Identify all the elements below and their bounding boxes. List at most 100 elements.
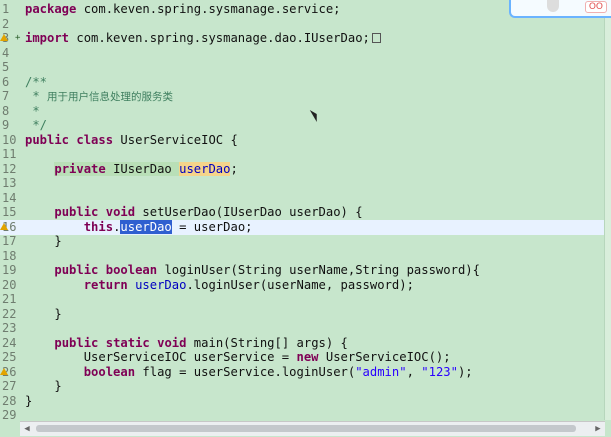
code-text[interactable]: boolean flag = userService.loginUser("ad… xyxy=(25,365,473,380)
line-number: 17 xyxy=(2,234,17,248)
code-token: 用于用户信息处理的服务类 xyxy=(47,91,174,103)
widget-figure-icon xyxy=(547,0,559,12)
line-number: 4 xyxy=(2,45,10,60)
code-line-23[interactable]: 23 xyxy=(0,321,605,336)
code-line-28[interactable]: 28} xyxy=(0,394,605,409)
code-text[interactable]: this.userDao = userDao; xyxy=(25,219,253,235)
code-token: } xyxy=(25,393,33,408)
code-line-3[interactable]: 3 + import com.keven.spring.sysmanage.dao.… xyxy=(0,31,605,46)
code-text[interactable]: * xyxy=(25,104,39,119)
code-token: } xyxy=(25,306,62,321)
scroll-right-icon[interactable]: ▶ xyxy=(593,424,603,434)
code-token: userDao xyxy=(135,277,187,292)
code-token: void xyxy=(105,205,136,219)
code-line-20[interactable]: 20 return userDao.loginUser(userName, pa… xyxy=(0,278,605,293)
warning-marker-icon[interactable] xyxy=(0,34,8,41)
code-line-7[interactable]: 7 * 用于用户信息处理的服务类 xyxy=(0,89,605,104)
code-line-22[interactable]: 22 } xyxy=(0,307,605,322)
code-line-17[interactable]: 17 } xyxy=(0,234,605,249)
code-line-25[interactable]: 25 UserServiceIOC userService = new User… xyxy=(0,350,605,365)
line-number: 15 xyxy=(2,205,17,219)
code-token: com.keven.spring.sysmanage.dao.IUserDao; xyxy=(69,31,370,45)
code-line-4[interactable]: 4 xyxy=(0,46,605,61)
line-number: 19 xyxy=(2,263,17,277)
code-token: package xyxy=(25,2,77,16)
warning-marker-icon[interactable] xyxy=(0,367,8,375)
code-line-11[interactable]: 11 xyxy=(0,147,605,162)
code-line-9[interactable]: 9 */ xyxy=(0,118,605,133)
scroll-left-icon[interactable]: ◀ xyxy=(22,424,32,434)
code-line-14[interactable]: 14 xyxy=(0,191,605,206)
code-text[interactable]: package com.keven.spring.sysmanage.servi… xyxy=(25,2,341,17)
code-line-19[interactable]: 19 public boolean loginUser(String userN… xyxy=(0,263,605,278)
code-token: public xyxy=(54,205,99,219)
fold-expand-icon[interactable]: + xyxy=(15,31,20,46)
horizontal-scrollbar[interactable]: ◀ ▶ xyxy=(20,421,605,436)
code-line-18[interactable]: 18 xyxy=(0,249,605,264)
floating-widget[interactable]: OO xyxy=(509,0,611,18)
code-token: public xyxy=(54,263,99,277)
line-number: 8 xyxy=(2,103,10,118)
code-token: import xyxy=(25,31,70,45)
warning-marker-icon[interactable] xyxy=(0,222,8,230)
code-line-16[interactable]: 16 this.userDao = userDao; xyxy=(0,219,605,235)
line-number: 24 xyxy=(2,335,17,350)
code-text[interactable]: } xyxy=(25,379,62,394)
code-token: boolean xyxy=(83,364,136,379)
code-token: ); xyxy=(457,364,473,379)
code-token: class xyxy=(76,132,114,147)
code-text[interactable]: import com.keven.spring.sysmanage.dao.IU… xyxy=(25,31,381,46)
code-text[interactable]: } xyxy=(25,394,32,409)
code-text[interactable]: public static void main(String[] args) { xyxy=(25,336,348,351)
code-token: "123" xyxy=(421,364,458,379)
code-line-12[interactable]: 12 private IUserDao userDao; xyxy=(0,161,605,177)
line-number: 1 xyxy=(2,2,10,16)
code-token: return xyxy=(83,277,128,292)
code-line-8[interactable]: 8 * xyxy=(0,104,605,119)
line-number: 27 xyxy=(2,379,17,393)
code-token: /** xyxy=(25,74,48,89)
overview-ruler[interactable] xyxy=(604,0,611,420)
code-token: public xyxy=(54,335,99,350)
code-token: */ xyxy=(25,118,48,132)
code-text[interactable]: } xyxy=(25,306,62,322)
code-text[interactable]: public class UserServiceIOC { xyxy=(25,133,238,148)
code-line-21[interactable]: 21 xyxy=(0,292,605,307)
line-number: 2 xyxy=(2,16,10,31)
code-line-6[interactable]: 6 /** xyxy=(0,75,605,90)
code-text[interactable]: public void setUserDao(IUserDao userDao)… xyxy=(25,205,362,220)
code-token: UserServiceIOC { xyxy=(113,132,238,147)
code-line-26[interactable]: 26 boolean flag = userService.loginUser(… xyxy=(0,365,605,380)
code-token: } xyxy=(25,379,62,393)
code-editor[interactable]: 1 package com.keven.spring.sysmanage.serv… xyxy=(0,0,611,422)
code-line-15[interactable]: 15 public void setUserDao(IUserDao userD… xyxy=(0,205,605,220)
code-text[interactable]: /** xyxy=(25,75,47,90)
code-line-5[interactable]: 5 xyxy=(0,60,605,75)
line-number: 29 xyxy=(2,408,17,422)
code-text[interactable]: return userDao.loginUser(userName, passw… xyxy=(25,278,414,293)
code-line-24[interactable]: 24 public static void main(String[] args… xyxy=(0,336,605,351)
code-line-10[interactable]: 10 public class UserServiceIOC { xyxy=(0,133,605,148)
code-text[interactable]: UserServiceIOC userService = new UserSer… xyxy=(25,350,451,365)
collapsed-imports-icon[interactable] xyxy=(371,33,381,43)
line-number: 21 xyxy=(2,292,17,306)
scrollbar-thumb[interactable] xyxy=(36,425,576,432)
code-text[interactable]: public boolean loginUser(String userName… xyxy=(25,263,480,278)
code-text[interactable]: */ xyxy=(25,118,47,133)
line-number: 7 xyxy=(2,89,10,103)
code-line-27[interactable]: 27 } xyxy=(0,379,605,394)
code-text[interactable]: } xyxy=(25,234,61,249)
code-text[interactable]: private IUserDao userDao; xyxy=(25,161,238,177)
line-number: 6 xyxy=(2,74,10,89)
code-line-13[interactable]: 13 xyxy=(0,176,605,191)
line-number: 9 xyxy=(2,118,10,132)
code-token: ; xyxy=(230,161,238,176)
code-token: loginUser(String userName,String passwor… xyxy=(157,263,480,277)
code-token: , xyxy=(406,364,422,379)
code-line-2[interactable]: 2 xyxy=(0,17,605,32)
